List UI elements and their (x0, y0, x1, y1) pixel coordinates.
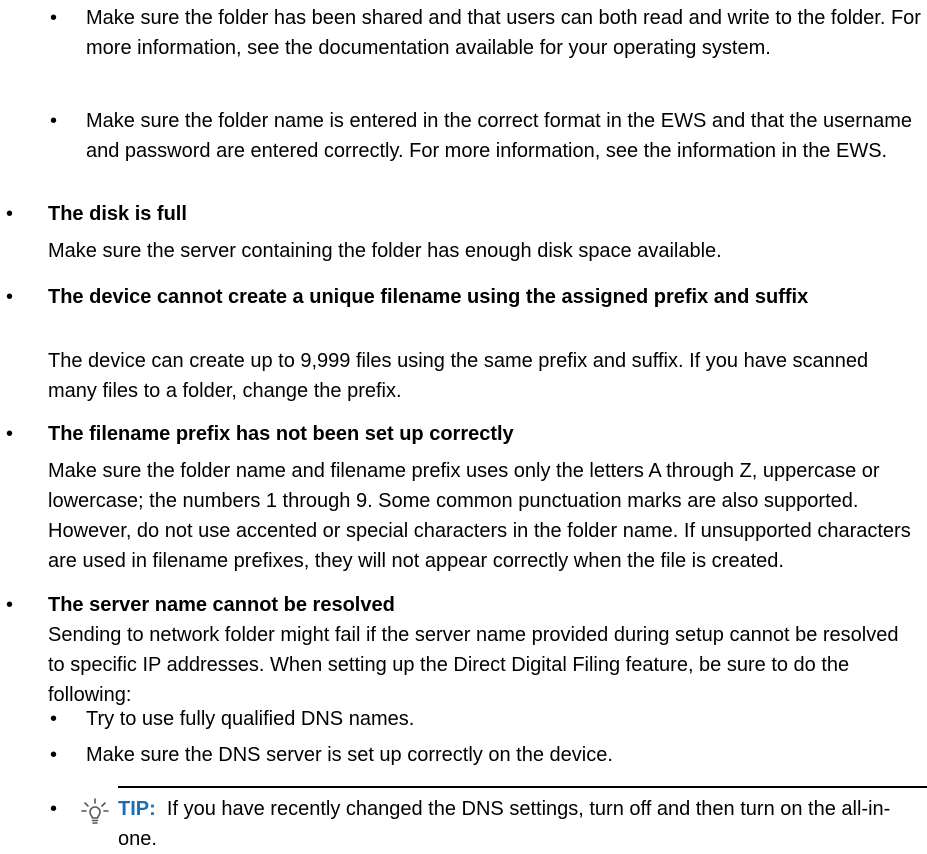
item-body: The device can create up to 9,999 files … (48, 350, 869, 402)
list-item: Make sure the folder has been shared and… (86, 7, 921, 59)
troubleshooting-page: • Make sure the folder has been shared a… (0, 0, 927, 850)
bullet-glyph: • (6, 594, 14, 616)
item-body: Make sure the server containing the fold… (48, 240, 722, 262)
list-item: Make sure the folder name is entered in … (86, 110, 912, 162)
list-item: Make sure the DNS server is set up corre… (86, 744, 613, 766)
item-body: Make sure the folder name and filename p… (48, 460, 911, 572)
tip-divider (118, 786, 927, 788)
bullet-glyph: • (6, 286, 14, 308)
item-title: The server name cannot be resolved (48, 594, 395, 616)
bullet-glyph: • (6, 423, 14, 445)
item-body: Sending to network folder might fail if … (48, 624, 899, 706)
item-title: The device cannot create a unique filena… (48, 286, 809, 308)
tip-text-block: TIP: If you have recently changed the DN… (118, 794, 927, 854)
tip-label: TIP: (118, 798, 156, 820)
bullet-glyph: • (50, 110, 58, 132)
bullet-glyph: • (50, 708, 58, 730)
list-item: Try to use fully qualified DNS names. (86, 708, 415, 730)
item-title: The disk is full (48, 203, 187, 225)
bullet-glyph: • (50, 798, 58, 820)
bullet-glyph: • (50, 7, 58, 29)
bullet-glyph: • (6, 203, 14, 225)
bullet-glyph: • (50, 744, 58, 766)
lightbulb-icon (80, 798, 110, 826)
item-title: The filename prefix has not been set up … (48, 423, 514, 445)
tip-text: If you have recently changed the DNS set… (118, 798, 891, 850)
